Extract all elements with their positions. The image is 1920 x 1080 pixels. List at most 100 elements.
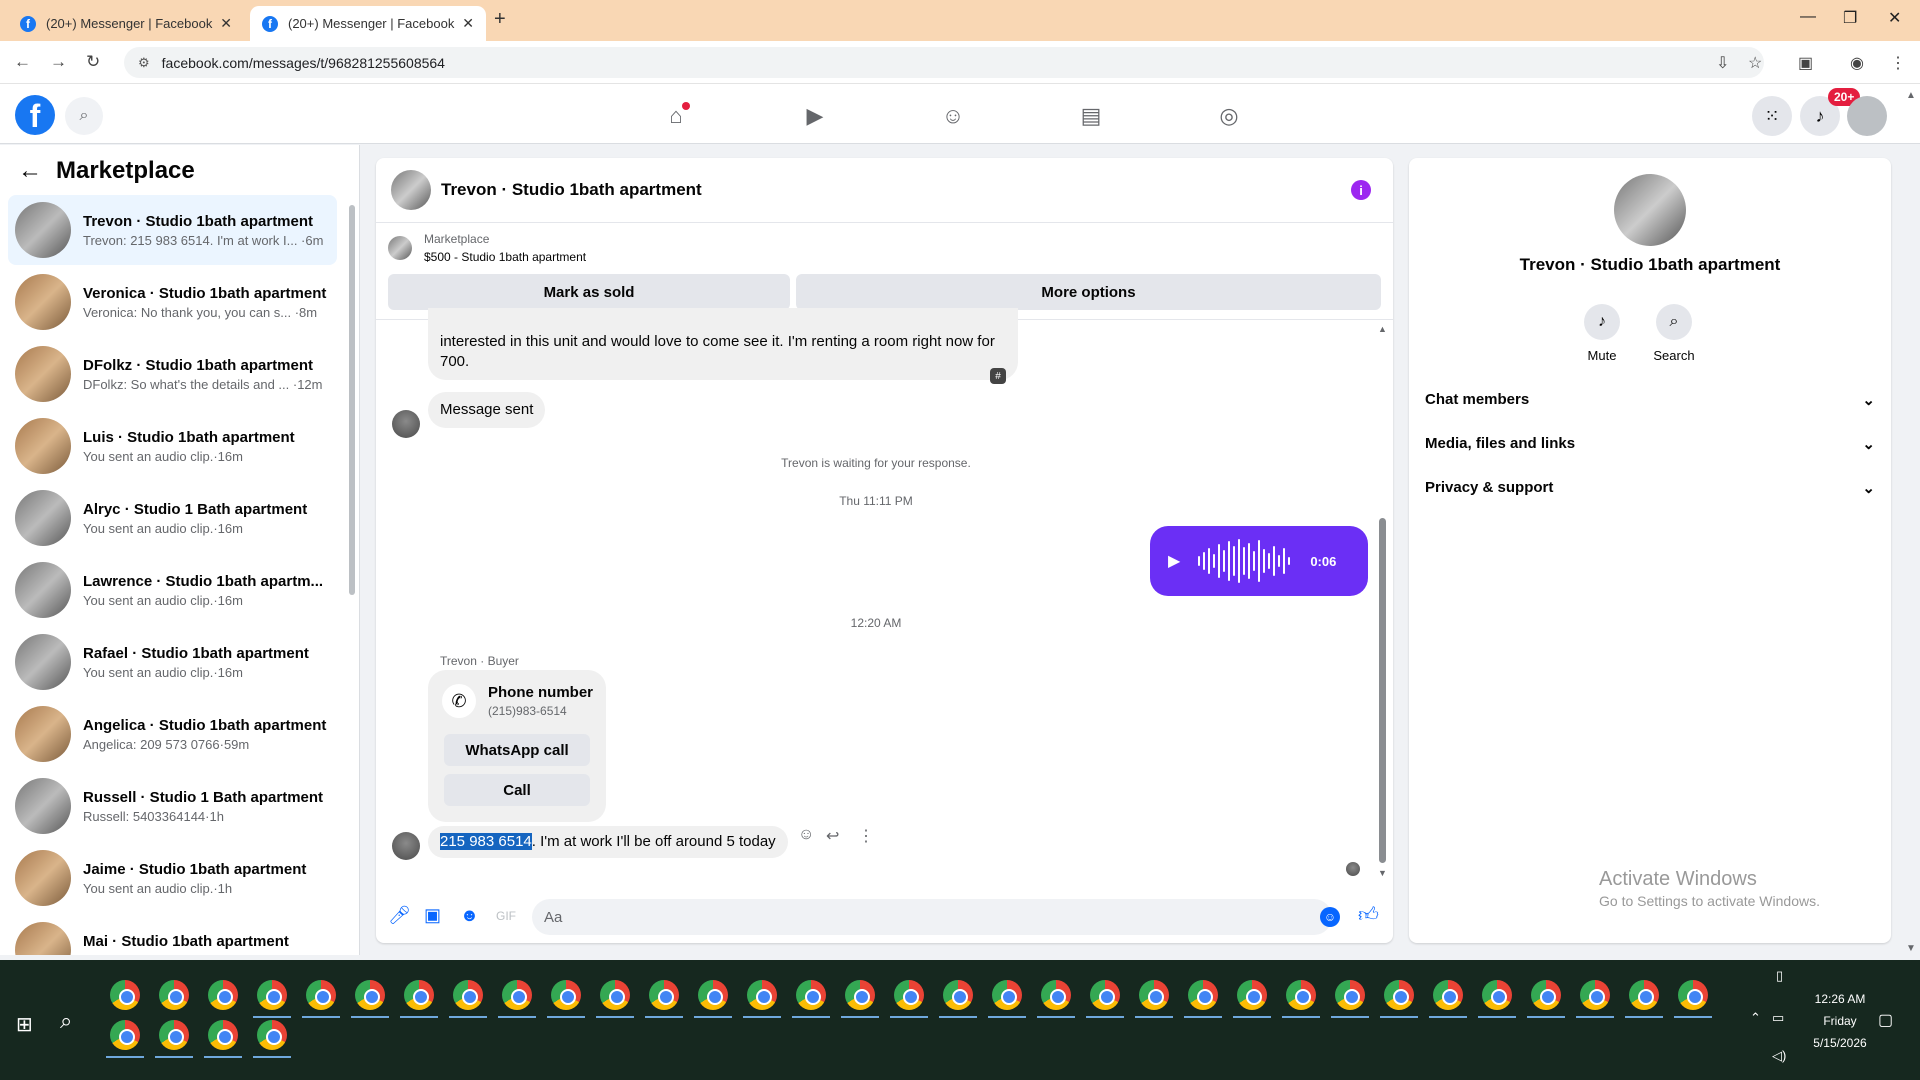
side-panel-icon[interactable]: ▣ (1798, 53, 1813, 73)
chrome-taskbar-icon[interactable] (257, 1020, 287, 1050)
sender-avatar[interactable] (392, 832, 420, 860)
chrome-taskbar-icon[interactable] (551, 980, 581, 1010)
conversation-item[interactable]: Angelica · Studio 1bath apartment Angelic… (8, 699, 337, 769)
browser-tab-1[interactable]: f (20+) Messenger | Facebook ✕ (8, 6, 244, 41)
browser-tab-2[interactable]: f (20+) Messenger | Facebook ✕ (250, 6, 486, 41)
chrome-taskbar-icon[interactable] (894, 980, 924, 1010)
close-tab-icon[interactable]: ✕ (462, 15, 474, 32)
friends-icon[interactable]: ☺ (939, 102, 967, 130)
chrome-taskbar-icon[interactable] (1139, 980, 1169, 1010)
sender-avatar[interactable] (392, 410, 420, 438)
info-icon[interactable]: i (1351, 180, 1371, 200)
chrome-taskbar-icon[interactable] (1041, 980, 1071, 1010)
conversation-avatar[interactable] (1614, 174, 1686, 246)
close-window-icon[interactable]: ✕ (1888, 8, 1901, 28)
section-media-files-links[interactable]: Media, files and links ⌄ (1425, 435, 1875, 453)
menu-kebab-icon[interactable]: ⋮ (1890, 53, 1906, 73)
react-icon[interactable]: ☺ (798, 826, 814, 844)
chrome-taskbar-icon[interactable] (502, 980, 532, 1010)
chrome-taskbar-icon[interactable] (1090, 980, 1120, 1010)
network-icon[interactable]: ▭ (1772, 1010, 1784, 1026)
call-button[interactable]: Call (444, 774, 590, 806)
video-icon[interactable]: ▶ (801, 102, 829, 130)
install-app-icon[interactable]: ⇩ (1716, 53, 1729, 73)
restore-icon[interactable]: ❐ (1843, 8, 1857, 28)
conversation-item[interactable]: Luis · Studio 1bath apartment You sent an… (8, 411, 337, 481)
new-tab-button[interactable]: + (494, 8, 506, 31)
chrome-taskbar-icon[interactable] (1335, 980, 1365, 1010)
scroll-down-icon[interactable]: ▼ (1378, 868, 1387, 878)
chrome-taskbar-icon[interactable] (1580, 980, 1610, 1010)
chrome-taskbar-icon[interactable] (1629, 980, 1659, 1010)
page-scroll-down-icon[interactable]: ▼ (1906, 943, 1916, 954)
conversation-item[interactable]: Alryc · Studio 1 Bath apartment You sent … (8, 483, 337, 553)
list-scrollbar[interactable] (349, 205, 355, 595)
conversation-item[interactable]: Jaime · Studio 1bath apartment You sent a… (8, 843, 337, 913)
home-icon[interactable]: ⌂ (662, 102, 690, 130)
marketplace-icon[interactable]: ▤ (1077, 102, 1105, 130)
gif-icon[interactable]: GIF (496, 909, 516, 923)
tray-chevron-up-icon[interactable]: ⌃ (1750, 1010, 1761, 1026)
conversation-item[interactable]: Russell · Studio 1 Bath apartment Russell… (8, 771, 337, 841)
chrome-taskbar-icon[interactable] (992, 980, 1022, 1010)
close-tab-icon[interactable]: ✕ (220, 15, 232, 32)
like-thumb-icon[interactable]: 👍︎ (1358, 903, 1379, 927)
chrome-taskbar-icon[interactable] (649, 980, 679, 1010)
site-info-icon[interactable]: ⚙ (138, 55, 150, 71)
more-options-button[interactable]: More options (796, 274, 1381, 310)
chrome-taskbar-icon[interactable] (355, 980, 385, 1010)
menu-grid-icon[interactable]: ⁙ (1752, 96, 1792, 136)
conversation-item[interactable]: Lawrence · Studio 1bath apartm... You sen… (8, 555, 337, 625)
mark-as-sold-button[interactable]: Mark as sold (388, 274, 790, 310)
chrome-taskbar-icon[interactable] (1286, 980, 1316, 1010)
conversation-item[interactable]: Trevon · Studio 1bath apartment Trevon: 2… (8, 195, 337, 265)
incoming-message[interactable]: Message sent (428, 392, 546, 428)
photo-icon[interactable]: ▣ (424, 905, 441, 926)
tray-device-icon[interactable]: ▯ (1776, 968, 1783, 984)
chrome-taskbar-icon[interactable] (747, 980, 777, 1010)
chrome-taskbar-icon[interactable] (404, 980, 434, 1010)
listing-banner[interactable]: Marketplace $500 - Studio 1bath apartmen… (388, 230, 586, 266)
section-privacy-support[interactable]: Privacy & support ⌄ (1425, 479, 1875, 497)
chrome-taskbar-icon[interactable] (306, 980, 336, 1010)
back-icon[interactable]: ← (14, 52, 31, 72)
url-field[interactable]: ⚙ facebook.com/messages/t/96828125560856… (124, 47, 1764, 78)
chrome-taskbar-icon[interactable] (208, 980, 238, 1010)
chrome-taskbar-icon[interactable] (1433, 980, 1463, 1010)
chrome-taskbar-icon[interactable] (208, 1020, 238, 1050)
chrome-taskbar-icon[interactable] (110, 980, 140, 1010)
message-input[interactable]: Aa (532, 899, 1332, 935)
minimize-icon[interactable]: — (1800, 8, 1816, 26)
whatsapp-call-button[interactable]: WhatsApp call (444, 734, 590, 766)
chrome-taskbar-icon[interactable] (600, 980, 630, 1010)
chrome-taskbar-icon[interactable] (159, 980, 189, 1010)
windows-start-icon[interactable]: ⊞ (16, 1012, 33, 1037)
chrome-taskbar-icon[interactable] (1384, 980, 1414, 1010)
chrome-taskbar-icon[interactable] (698, 980, 728, 1010)
play-icon[interactable]: ▶ (1168, 551, 1180, 571)
chrome-taskbar-icon[interactable] (1678, 980, 1708, 1010)
chrome-taskbar-icon[interactable] (110, 1020, 140, 1050)
notification-center-icon[interactable]: ▢ (1878, 1010, 1893, 1030)
mute-button[interactable]: ♪ Mute (1572, 304, 1632, 363)
incoming-message[interactable]: 215 983 6514. I'm at work I'll be off ar… (428, 826, 788, 858)
groups-icon[interactable]: ◎ (1215, 102, 1243, 130)
search-button[interactable]: ⌕ Search (1644, 304, 1704, 363)
chrome-taskbar-icon[interactable] (1237, 980, 1267, 1010)
conversation-item[interactable]: DFolkz · Studio 1bath apartment DFolkz: S… (8, 339, 337, 409)
taskbar-clock[interactable]: 12:26 AM Friday 5/15/2026 (1800, 988, 1880, 1054)
conversation-item[interactable]: Rafael · Studio 1bath apartment You sent … (8, 627, 337, 697)
chrome-taskbar-icon[interactable] (257, 980, 287, 1010)
back-arrow-icon[interactable]: ← (18, 157, 42, 185)
chrome-taskbar-icon[interactable] (1188, 980, 1218, 1010)
page-scroll-up-icon[interactable]: ▲ (1906, 90, 1916, 101)
chrome-taskbar-icon[interactable] (845, 980, 875, 1010)
volume-icon[interactable]: ◁) (1772, 1048, 1786, 1064)
chat-avatar[interactable] (391, 170, 431, 210)
more-icon[interactable]: ⋮ (858, 826, 874, 846)
sticker-icon[interactable]: ☻ (460, 905, 479, 926)
conversation-item[interactable]: Mai · Studio 1bath apartment You sent an … (8, 915, 337, 955)
bookmark-star-icon[interactable]: ☆ (1748, 53, 1762, 73)
chrome-taskbar-icon[interactable] (453, 980, 483, 1010)
taskbar-search-icon[interactable]: ⌕ (60, 1008, 72, 1034)
